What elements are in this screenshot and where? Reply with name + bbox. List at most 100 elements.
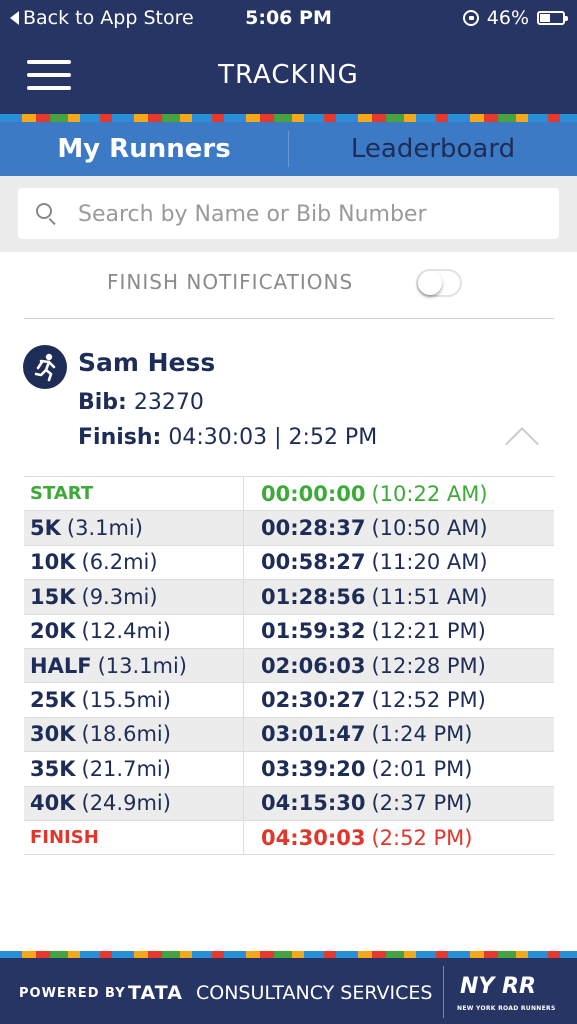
split-distance-cell: FINISH: [24, 820, 244, 855]
split-clock-time: (11:51 AM): [371, 584, 488, 609]
split-time-cell: 04:30:03 (2:52 PM): [244, 821, 472, 854]
rotation-lock-icon: [462, 10, 479, 26]
finish-label: Finish:: [78, 425, 162, 450]
split-miles: (6.2mi): [81, 550, 158, 575]
search-box: [18, 188, 559, 241]
search-area: [0, 176, 577, 252]
split-clock-time: (1:24 PM): [371, 722, 473, 747]
confetti-banner: [0, 114, 577, 122]
split-miles: (24.9mi): [81, 791, 171, 816]
split-clock-time: (12:52 PM): [371, 688, 486, 713]
split-distance: 40K: [30, 791, 76, 816]
split-distance-cell: 40K (24.9mi): [24, 786, 244, 820]
split-distance: 35K: [30, 756, 76, 781]
split-elapsed-time: 00:28:37: [261, 516, 366, 541]
split-elapsed-time: 01:28:56: [261, 584, 366, 609]
chevron-up-icon[interactable]: [505, 427, 539, 461]
status-bar: Back to App Store 5:06 PM 46%: [0, 0, 577, 38]
page-title: TRACKING: [218, 60, 359, 90]
splits-table: START 00:00:00 (10:22 AM) 5K (3.1mi) 00:28:37…: [24, 476, 554, 856]
split-distance-cell: START: [24, 477, 244, 511]
toggle-knob: [418, 271, 442, 295]
split-distance: HALF: [30, 653, 92, 678]
split-clock-time: (2:37 PM): [371, 791, 473, 816]
split-clock-time: (2:01 PM): [371, 756, 473, 781]
split-elapsed-time: 03:01:47: [261, 722, 366, 747]
split-row: 40K (24.9mi) 04:15:30 (2:37 PM): [24, 786, 554, 821]
powered-by-label: POWERED BY: [19, 986, 126, 1001]
split-elapsed-time: 04:30:03: [261, 825, 366, 850]
split-miles: (13.1mi): [97, 653, 187, 678]
bib-label: Bib:: [78, 390, 127, 415]
split-distance-cell: 30K (18.6mi): [24, 717, 244, 752]
split-distance: 25K: [30, 688, 76, 713]
split-distance-cell: 15K (9.3mi): [24, 580, 244, 614]
split-elapsed-time: 02:06:03: [261, 653, 366, 678]
battery-percent: 46%: [486, 7, 529, 29]
split-miles: (3.1mi): [66, 516, 143, 541]
finish-notifications-toggle[interactable]: [416, 269, 462, 297]
search-icon: [36, 203, 52, 219]
tab-bar: My Runners Leaderboard: [0, 122, 577, 176]
runner-icon: [23, 345, 67, 389]
runner-bib: Bib: 23270: [78, 390, 204, 415]
split-row: FINISH 04:30:03 (2:52 PM): [24, 820, 554, 856]
split-elapsed-time: 01:59:32: [261, 619, 366, 644]
split-clock-time: (12:28 PM): [371, 653, 486, 678]
split-distance-cell: 25K (15.5mi): [24, 683, 244, 717]
nyrr-subtitle: NEW YORK ROAD RUNNERS: [457, 1005, 556, 1012]
split-elapsed-time: 02:30:27: [261, 688, 366, 713]
split-row: 5K (3.1mi) 00:28:37 (10:50 AM): [24, 511, 554, 546]
split-time-cell: 01:28:56 (11:51 AM): [244, 580, 488, 613]
split-time-cell: 04:15:30 (2:37 PM): [244, 787, 472, 820]
split-miles: (9.3mi): [81, 584, 158, 609]
split-clock-time: (11:20 AM): [371, 550, 488, 575]
split-elapsed-time: 00:58:27: [261, 550, 366, 575]
split-miles: (15.5mi): [81, 688, 171, 713]
split-elapsed-time: 03:39:20: [261, 756, 366, 781]
split-clock-time: (2:52 PM): [371, 825, 473, 850]
tcs-label: CONSULTANCY SERVICES: [196, 982, 433, 1004]
finish-value: 04:30:03 | 2:52 PM: [168, 425, 378, 450]
split-distance-cell: 5K (3.1mi): [24, 511, 244, 545]
split-miles: (21.7mi): [81, 756, 171, 781]
footer-divider: [443, 966, 444, 1018]
tab-leaderboard[interactable]: Leaderboard: [289, 134, 577, 164]
split-distance: 15K: [30, 584, 76, 609]
bib-value: 23270: [133, 390, 204, 415]
runner-finish: Finish: 04:30:03 | 2:52 PM: [78, 425, 377, 450]
split-time-cell: 01:59:32 (12:21 PM): [244, 615, 486, 648]
divider: [24, 318, 554, 319]
split-row: 25K (15.5mi) 02:30:27 (12:52 PM): [24, 683, 554, 718]
status-right: 46%: [462, 7, 568, 29]
tab-my-runners[interactable]: My Runners: [0, 134, 288, 164]
split-time-cell: 02:30:27 (12:52 PM): [244, 683, 486, 716]
split-distance-cell: 35K (21.7mi): [24, 752, 244, 786]
split-row: START 00:00:00 (10:22 AM): [24, 477, 554, 512]
finish-notifications-row: FINISH NOTIFICATIONS: [0, 262, 577, 304]
split-clock-time: (10:22 AM): [371, 481, 488, 506]
split-distance: 30K: [30, 722, 76, 747]
split-row: 15K (9.3mi) 01:28:56 (11:51 AM): [24, 580, 554, 615]
runner-name: Sam Hess: [78, 348, 216, 377]
split-time-cell: 02:06:03 (12:28 PM): [244, 649, 486, 682]
split-time-cell: 00:28:37 (10:50 AM): [244, 511, 488, 544]
split-clock-time: (12:21 PM): [371, 619, 486, 644]
split-clock-time: (10:50 AM): [371, 516, 488, 541]
split-time-cell: 00:00:00 (10:22 AM): [244, 477, 488, 510]
split-distance: FINISH: [30, 827, 99, 849]
split-row: 30K (18.6mi) 03:01:47 (1:24 PM): [24, 717, 554, 753]
split-miles: (18.6mi): [81, 722, 171, 747]
search-input[interactable]: [76, 188, 550, 241]
split-distance-cell: 10K (6.2mi): [24, 545, 244, 580]
split-distance-cell: HALF (13.1mi): [24, 648, 244, 683]
app-header: TRACKING: [0, 38, 577, 114]
split-time-cell: 03:01:47 (1:24 PM): [244, 718, 472, 751]
split-row: HALF (13.1mi) 02:06:03 (12:28 PM): [24, 648, 554, 684]
split-row: 10K (6.2mi) 00:58:27 (11:20 AM): [24, 545, 554, 581]
split-distance: 5K: [30, 516, 61, 541]
split-miles: (12.4mi): [81, 619, 171, 644]
split-distance: 10K: [30, 550, 76, 575]
footer-confetti: [0, 951, 577, 958]
split-elapsed-time: 00:00:00: [261, 481, 366, 506]
